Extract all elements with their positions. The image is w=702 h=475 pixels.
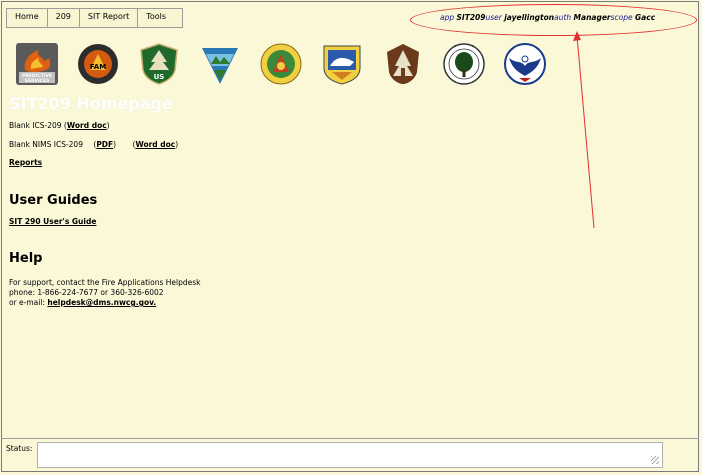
reports-link[interactable]: Reports — [9, 158, 42, 167]
menu-bar: Home 209 SIT Report Tools — [6, 8, 184, 28]
user-guide-link[interactable]: SIT 290 User's Guide — [9, 217, 96, 226]
help-email-prefix: or e-mail: — [9, 298, 45, 307]
fws-logo — [323, 45, 361, 85]
status-label: Status: — [6, 444, 33, 453]
blank-ics-row: Blank ICS-209 (Word doc) — [9, 121, 110, 130]
blank-ics-close: ) — [106, 121, 110, 130]
word-close-paren: ) — [175, 140, 179, 149]
menu-tools[interactable]: Tools — [138, 9, 182, 27]
reports-row: Reports — [9, 158, 42, 167]
blank-nims-text: Blank NIMS ICS-209 — [9, 140, 83, 149]
help-heading: Help — [9, 251, 43, 266]
svg-text:SERVICES: SERVICES — [25, 78, 50, 84]
forest-service-logo: US — [140, 43, 178, 85]
status-textarea[interactable] — [37, 442, 663, 468]
page-title: SIT209 Homepage — [9, 94, 173, 113]
predictive-services-logo: PREDICTIVE SERVICES — [16, 43, 58, 85]
help-line-1: For support, contact the Fire Applicatio… — [9, 278, 201, 287]
eagle-logo — [504, 43, 546, 85]
usfa-logo — [443, 43, 485, 85]
blank-ics-word-link[interactable]: Word doc — [67, 121, 107, 130]
bia-logo — [260, 43, 302, 85]
pdf-close-paren: ) — [113, 140, 117, 149]
menu-209[interactable]: 209 — [48, 9, 80, 27]
svg-text:FAM: FAM — [90, 63, 106, 71]
nps-logo — [387, 44, 419, 84]
user-guide-row: SIT 290 User's Guide — [9, 217, 96, 226]
blank-nims-word-link[interactable]: Word doc — [135, 140, 175, 149]
menu-home[interactable]: Home — [7, 9, 48, 27]
blank-ics-text: Blank ICS-209 ( — [9, 121, 67, 130]
helpdesk-email-link[interactable]: helpdesk@dms.nwcg.gov. — [47, 298, 156, 307]
svg-text:US: US — [154, 73, 165, 81]
annotation-ellipse — [410, 4, 697, 36]
agency-logos: PREDICTIVE SERVICES FAM US — [15, 42, 564, 86]
resize-grip-icon[interactable] — [651, 456, 659, 464]
blm-logo — [202, 48, 238, 84]
status-bar: Status: — [1, 438, 699, 473]
blank-nims-row: Blank NIMS ICS-209 (PDF) (Word doc) — [9, 140, 178, 149]
help-line-2: phone: 1-866-224-7677 or 360-326-6002 — [9, 288, 164, 297]
menu-sit-report[interactable]: SIT Report — [80, 9, 139, 27]
fam-logo: FAM — [78, 44, 118, 84]
user-guides-heading: User Guides — [9, 193, 98, 208]
blank-nims-pdf-link[interactable]: PDF — [96, 140, 113, 149]
help-email-row: or e-mail: helpdesk@dms.nwcg.gov. — [9, 298, 156, 307]
